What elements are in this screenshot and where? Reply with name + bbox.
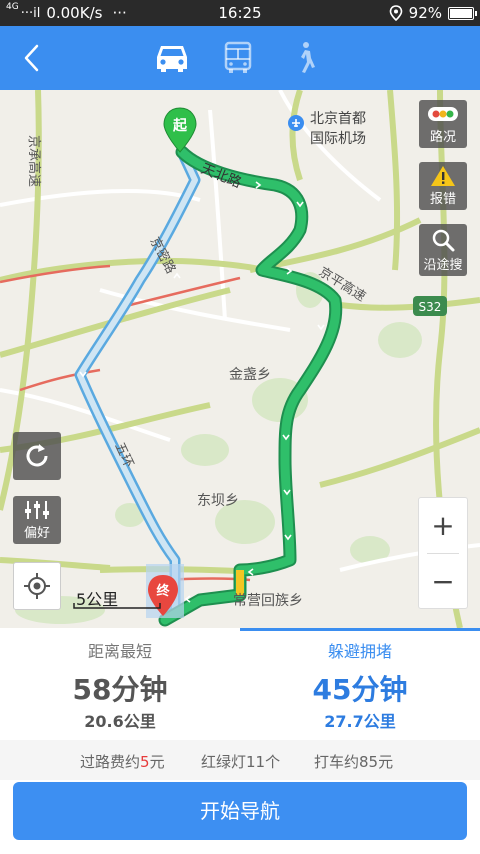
search-along-button[interactable]: 沿途搜 <box>419 224 467 276</box>
battery-icon <box>448 6 477 20</box>
chevron-left-icon <box>24 44 39 72</box>
end-marker-label: 终 <box>156 583 170 599</box>
preference-label: 偏好 <box>23 526 50 541</box>
back-button[interactable] <box>14 40 50 76</box>
toll-info: 过路费约5元 <box>80 751 165 772</box>
route-option-avoid-congestion[interactable]: 躲避拥堵 45分钟 27.7公里 <box>240 628 480 740</box>
start-marker[interactable]: 起 <box>163 107 197 153</box>
report-label: 报错 <box>429 192 456 207</box>
status-bar: 4G ···il 0.00K/s ··· 16:25 92% <box>0 0 480 26</box>
taxi-fare-info: 打车约85元 <box>314 753 394 771</box>
label-tianbei: 天北路 <box>199 161 244 192</box>
label-changying: 常营回族乡 <box>233 593 303 609</box>
zoom-control: + − <box>418 497 468 609</box>
tab-bus[interactable] <box>218 40 258 76</box>
label-jingjie: 京承高速 <box>26 135 42 187</box>
report-button[interactable]: 报错 <box>419 162 467 210</box>
traffic-label: 路况 <box>429 130 456 145</box>
label-dongba: 东坝乡 <box>197 493 239 509</box>
status-right: 92% <box>389 4 477 22</box>
zoom-in-button[interactable]: + <box>419 498 467 553</box>
sliders-icon <box>25 501 49 519</box>
battery-percent: 92% <box>408 4 442 22</box>
bus-icon <box>224 41 252 73</box>
preference-button[interactable]: 偏好 <box>13 496 61 544</box>
label-airport-line2: 国际机场 <box>310 131 366 147</box>
route-alt <box>74 146 201 626</box>
start-marker-label: 起 <box>172 117 188 134</box>
start-navigation-button[interactable]: 开始导航 <box>13 782 467 840</box>
map-view[interactable]: S32 天北路 京密路 京平高速 京承高速 五环 起 终 北京首都 国际机场 金… <box>0 90 480 628</box>
battery-fill <box>450 8 473 18</box>
route-time: 45分钟 <box>312 673 408 706</box>
label-airport-line1: 北京首都 <box>310 111 366 127</box>
route-distance: 20.6公里 <box>84 712 156 731</box>
route-tag: 躲避拥堵 <box>327 642 392 661</box>
highways <box>0 90 480 628</box>
search-along-label: 沿途搜 <box>423 258 463 273</box>
toll-prefix: 过路费约 <box>80 753 141 771</box>
route-tag: 距离最短 <box>87 642 152 661</box>
route-option-shortest[interactable]: 距离最短 58分钟 20.6公里 <box>0 628 240 740</box>
scale-label: 5公里 <box>76 590 119 609</box>
route-distance: 27.7公里 <box>324 712 396 731</box>
refresh-icon <box>26 444 48 467</box>
car-icon <box>157 46 187 72</box>
label-jinzhan: 金盏乡 <box>229 367 271 383</box>
traffic-light-icon <box>428 107 458 121</box>
s32-shield: S32 <box>413 296 447 316</box>
warning-icon <box>431 166 455 186</box>
tab-car[interactable] <box>152 40 192 76</box>
search-icon <box>432 229 455 252</box>
route-time: 58分钟 <box>72 673 168 706</box>
refresh-button[interactable] <box>13 432 61 480</box>
location-icon <box>389 5 402 21</box>
tab-walk[interactable] <box>286 40 326 76</box>
s32-label: S32 <box>419 300 442 314</box>
toll-amount: 5 <box>140 753 150 771</box>
zoom-out-button[interactable]: − <box>419 554 467 609</box>
toll-unit: 元 <box>149 753 165 771</box>
traffic-button[interactable]: 路况 <box>419 100 467 148</box>
locate-button[interactable] <box>13 562 61 610</box>
map-canvas[interactable]: S32 天北路 京密路 京平高速 京承高速 五环 起 终 <box>0 90 480 628</box>
header <box>0 26 480 90</box>
walk-icon <box>301 42 315 73</box>
route-main-border <box>158 145 343 627</box>
end-marker[interactable]: 终 <box>146 564 184 618</box>
route-options: 距离最短 58分钟 20.6公里 躲避拥堵 45分钟 27.7公里 <box>0 628 480 740</box>
route-info-bar: 过路费约5元 红绿灯11个 打车约85元 <box>0 740 480 780</box>
locate-icon <box>24 573 50 599</box>
airport-icon <box>288 115 304 131</box>
traffic-lights-info: 红绿灯11个 <box>201 753 281 771</box>
label-airport: 北京首都 国际机场 <box>310 108 366 148</box>
